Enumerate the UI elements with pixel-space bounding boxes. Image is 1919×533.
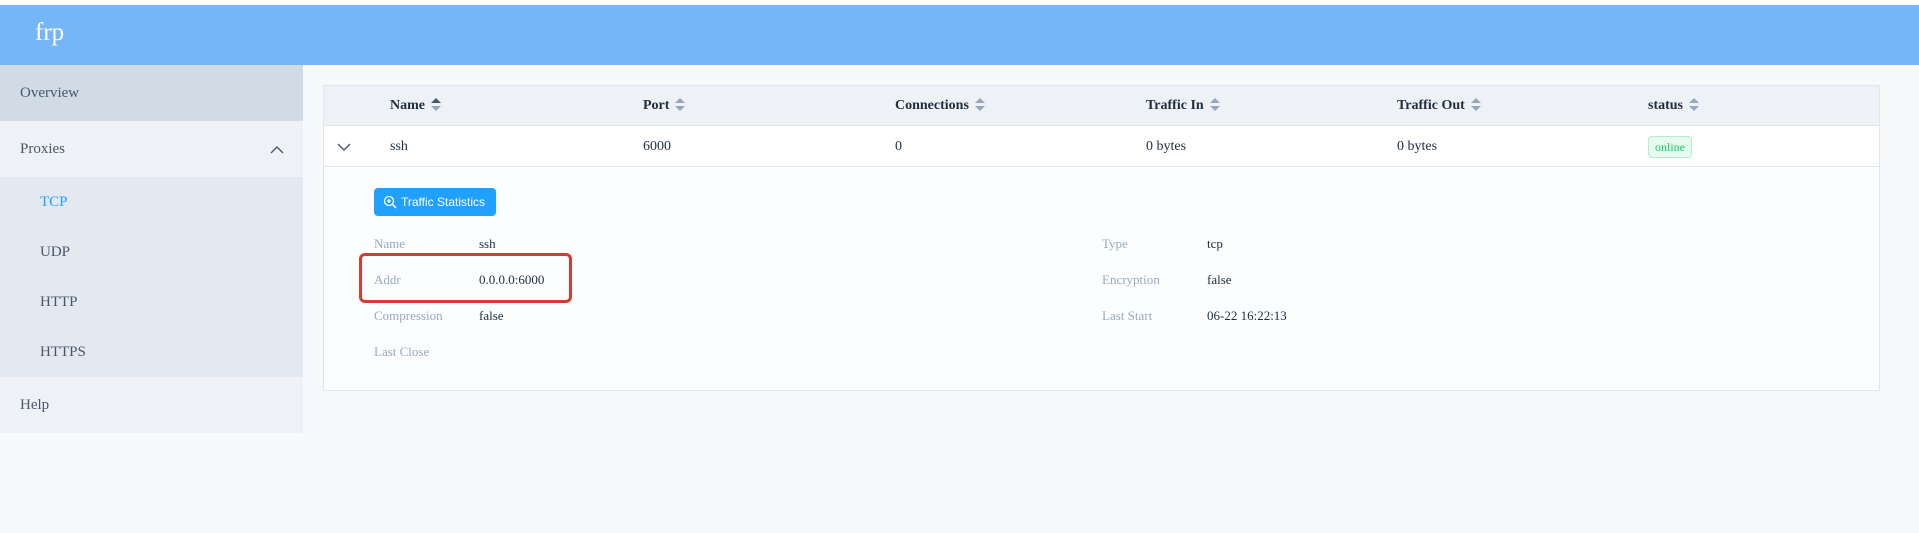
column-label: status <box>1648 98 1684 113</box>
detail-label-compression: Compression <box>374 308 443 323</box>
detail-value-type: tcp <box>1207 236 1223 251</box>
column-header-connections[interactable]: Connections <box>895 86 985 126</box>
detail-value-compression: false <box>479 308 504 323</box>
column-header-traffic-in[interactable]: Traffic In <box>1146 86 1220 126</box>
status-badge: online <box>1648 136 1692 158</box>
sort-caret-icon[interactable] <box>431 97 441 112</box>
cell-traffic-out: 0 bytes <box>1397 139 1438 154</box>
sidebar-item-help[interactable]: Help <box>0 377 303 433</box>
sidebar-item-label: Help <box>20 397 50 413</box>
traffic-statistics-label: Traffic Statistics <box>401 195 486 209</box>
proxy-table: Name Port Connections Traffic In Traffic… <box>323 85 1880 391</box>
column-header-traffic-out[interactable]: Traffic Out <box>1397 86 1481 126</box>
column-header-port[interactable]: Port <box>643 86 686 126</box>
detail-label-name: Name <box>374 236 406 251</box>
cell-name: ssh <box>390 139 408 154</box>
table-header: Name Port Connections Traffic In Traffic… <box>324 86 1879 126</box>
column-header-status[interactable]: status <box>1648 86 1700 126</box>
proxies-submenu: TCP UDP HTTP HTTPS <box>0 177 303 377</box>
table-row[interactable]: ssh 6000 0 0 bytes 0 bytes online <box>324 126 1879 167</box>
app-logo[interactable]: frp <box>35 19 64 47</box>
sidebar-item-label: Overview <box>20 85 80 101</box>
traffic-statistics-button[interactable]: Traffic Statistics <box>374 188 497 216</box>
column-label: Name <box>390 98 425 113</box>
sort-caret-icon[interactable] <box>974 97 985 112</box>
sidebar-item-https[interactable]: HTTPS <box>0 327 303 377</box>
detail-value-encryption: false <box>1207 272 1232 287</box>
detail-value-last-start: 06-22 16:22:13 <box>1207 308 1287 323</box>
cell-traffic-in: 0 bytes <box>1146 139 1187 154</box>
app-header: frp <box>0 5 1919 65</box>
zoom-in-icon <box>383 195 397 209</box>
detail-label-last-start: Last Start <box>1102 308 1153 323</box>
sidebar-item-proxies[interactable]: Proxies <box>0 121 303 177</box>
detail-value-name: ssh <box>479 236 496 251</box>
column-label: Port <box>643 98 670 113</box>
column-label: Traffic Out <box>1397 98 1465 113</box>
sidebar-item-udp[interactable]: UDP <box>0 227 303 277</box>
sidebar-item-tcp[interactable]: TCP <box>0 177 303 227</box>
column-label: Connections <box>895 98 969 113</box>
cell-port: 6000 <box>643 139 671 154</box>
column-label: Traffic In <box>1146 98 1204 113</box>
addr-highlight-box <box>359 253 572 303</box>
sidebar-item-http[interactable]: HTTP <box>0 277 303 327</box>
sort-caret-icon[interactable] <box>1470 97 1481 112</box>
cell-connections: 0 <box>895 139 902 154</box>
sort-caret-icon[interactable] <box>675 97 686 112</box>
detail-label-type: Type <box>1102 236 1128 251</box>
sidebar-item-overview[interactable]: Overview <box>0 65 303 121</box>
detail-label-last-close: Last Close <box>374 344 430 359</box>
sort-caret-icon[interactable] <box>1689 97 1700 112</box>
sort-caret-icon[interactable] <box>1209 97 1220 112</box>
sidebar-item-label: Proxies <box>20 141 65 157</box>
sidebar: Overview Proxies TCP UDP HTTP HTTPS Help <box>0 65 303 433</box>
chevron-up-icon <box>270 146 284 154</box>
column-header-name[interactable]: Name <box>390 86 441 126</box>
detail-label-encryption: Encryption <box>1102 272 1160 287</box>
chevron-down-icon[interactable] <box>334 126 354 167</box>
